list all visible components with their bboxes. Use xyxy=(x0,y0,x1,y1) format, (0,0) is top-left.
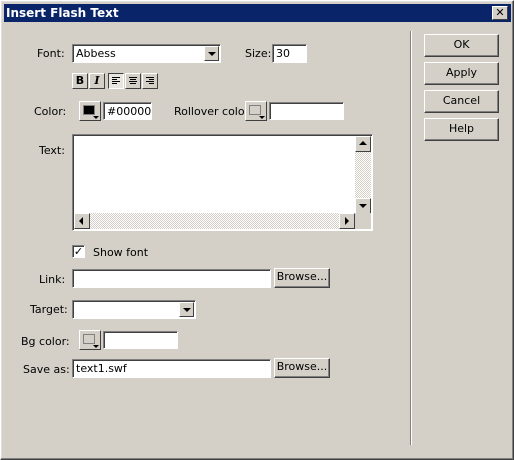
ok-button[interactable]: OK xyxy=(424,34,499,57)
size-input-value: 30 xyxy=(276,47,290,60)
save-as-value: text1.swf xyxy=(76,362,127,375)
close-button[interactable]: ✕ xyxy=(492,6,508,20)
scroll-down-icon[interactable] xyxy=(355,198,371,214)
scroll-left-icon[interactable] xyxy=(74,213,90,229)
color-label: Color: xyxy=(34,105,67,118)
color-hex-input[interactable]: #000000 xyxy=(103,102,152,120)
size-label: Size: xyxy=(245,47,272,60)
horizontal-scrollbar[interactable] xyxy=(74,213,355,229)
align-center-icon xyxy=(129,77,137,85)
font-label: Font: xyxy=(37,47,65,60)
align-right-button[interactable] xyxy=(142,73,158,89)
color-swatch xyxy=(83,105,95,115)
vertical-separator xyxy=(410,31,412,445)
link-input[interactable] xyxy=(72,269,271,288)
bg-color-input[interactable] xyxy=(103,331,178,349)
dropdown-arrow-icon xyxy=(93,345,99,348)
rollover-color-swatch xyxy=(249,105,261,115)
save-as-input[interactable]: text1.swf xyxy=(72,359,271,378)
vertical-scrollbar[interactable] xyxy=(355,136,371,214)
align-center-button[interactable] xyxy=(125,73,141,89)
bold-button[interactable]: B xyxy=(72,73,88,89)
chevron-down-icon[interactable] xyxy=(204,46,219,61)
show-font-checkbox[interactable]: ✓ xyxy=(72,245,85,258)
save-as-label: Save as: xyxy=(23,363,70,376)
cancel-button[interactable]: Cancel xyxy=(424,90,499,113)
dialog-title: Insert Flash Text xyxy=(6,6,119,20)
font-select-value: Abbess xyxy=(76,47,116,60)
checkmark-icon: ✓ xyxy=(73,245,84,258)
bg-color-picker-button[interactable] xyxy=(79,330,101,350)
show-font-label: Show font xyxy=(93,246,149,259)
bg-color-label: Bg color: xyxy=(21,335,70,348)
rollover-color-label: Rollover color: xyxy=(174,105,253,118)
text-area[interactable] xyxy=(72,134,373,231)
align-left-button[interactable] xyxy=(108,73,124,89)
apply-button[interactable]: Apply xyxy=(424,62,499,85)
dropdown-arrow-icon xyxy=(259,116,265,119)
color-hex-value: #000000 xyxy=(107,105,152,118)
scrollbar-corner xyxy=(355,213,371,229)
font-select[interactable]: Abbess xyxy=(72,44,221,63)
italic-button[interactable]: I xyxy=(89,73,105,89)
browse-save-button[interactable]: Browse... xyxy=(274,358,330,378)
chevron-down-icon[interactable] xyxy=(179,302,194,317)
align-right-icon xyxy=(146,77,154,85)
close-icon: ✕ xyxy=(495,6,505,19)
text-label: Text: xyxy=(39,144,65,157)
rollover-color-input[interactable] xyxy=(269,102,344,120)
scroll-right-icon[interactable] xyxy=(339,213,355,229)
bold-icon: B xyxy=(75,74,85,87)
target-label: Target: xyxy=(30,303,68,316)
scroll-up-icon[interactable] xyxy=(355,136,371,152)
size-input[interactable]: 30 xyxy=(272,44,307,63)
color-picker-button[interactable] xyxy=(79,101,101,121)
rollover-color-picker-button[interactable] xyxy=(245,101,267,121)
browse-link-button[interactable]: Browse... xyxy=(274,268,330,288)
italic-icon: I xyxy=(94,74,100,87)
bg-color-swatch xyxy=(83,334,95,344)
dropdown-arrow-icon xyxy=(93,116,99,119)
align-left-icon xyxy=(112,77,120,85)
link-label: Link: xyxy=(39,273,66,286)
help-button[interactable]: Help xyxy=(424,118,499,141)
title-bar: Insert Flash Text ✕ xyxy=(4,4,511,22)
insert-flash-text-dialog: Insert Flash Text ✕ OK Apply Cancel Help… xyxy=(0,0,514,460)
target-select[interactable] xyxy=(72,300,196,319)
